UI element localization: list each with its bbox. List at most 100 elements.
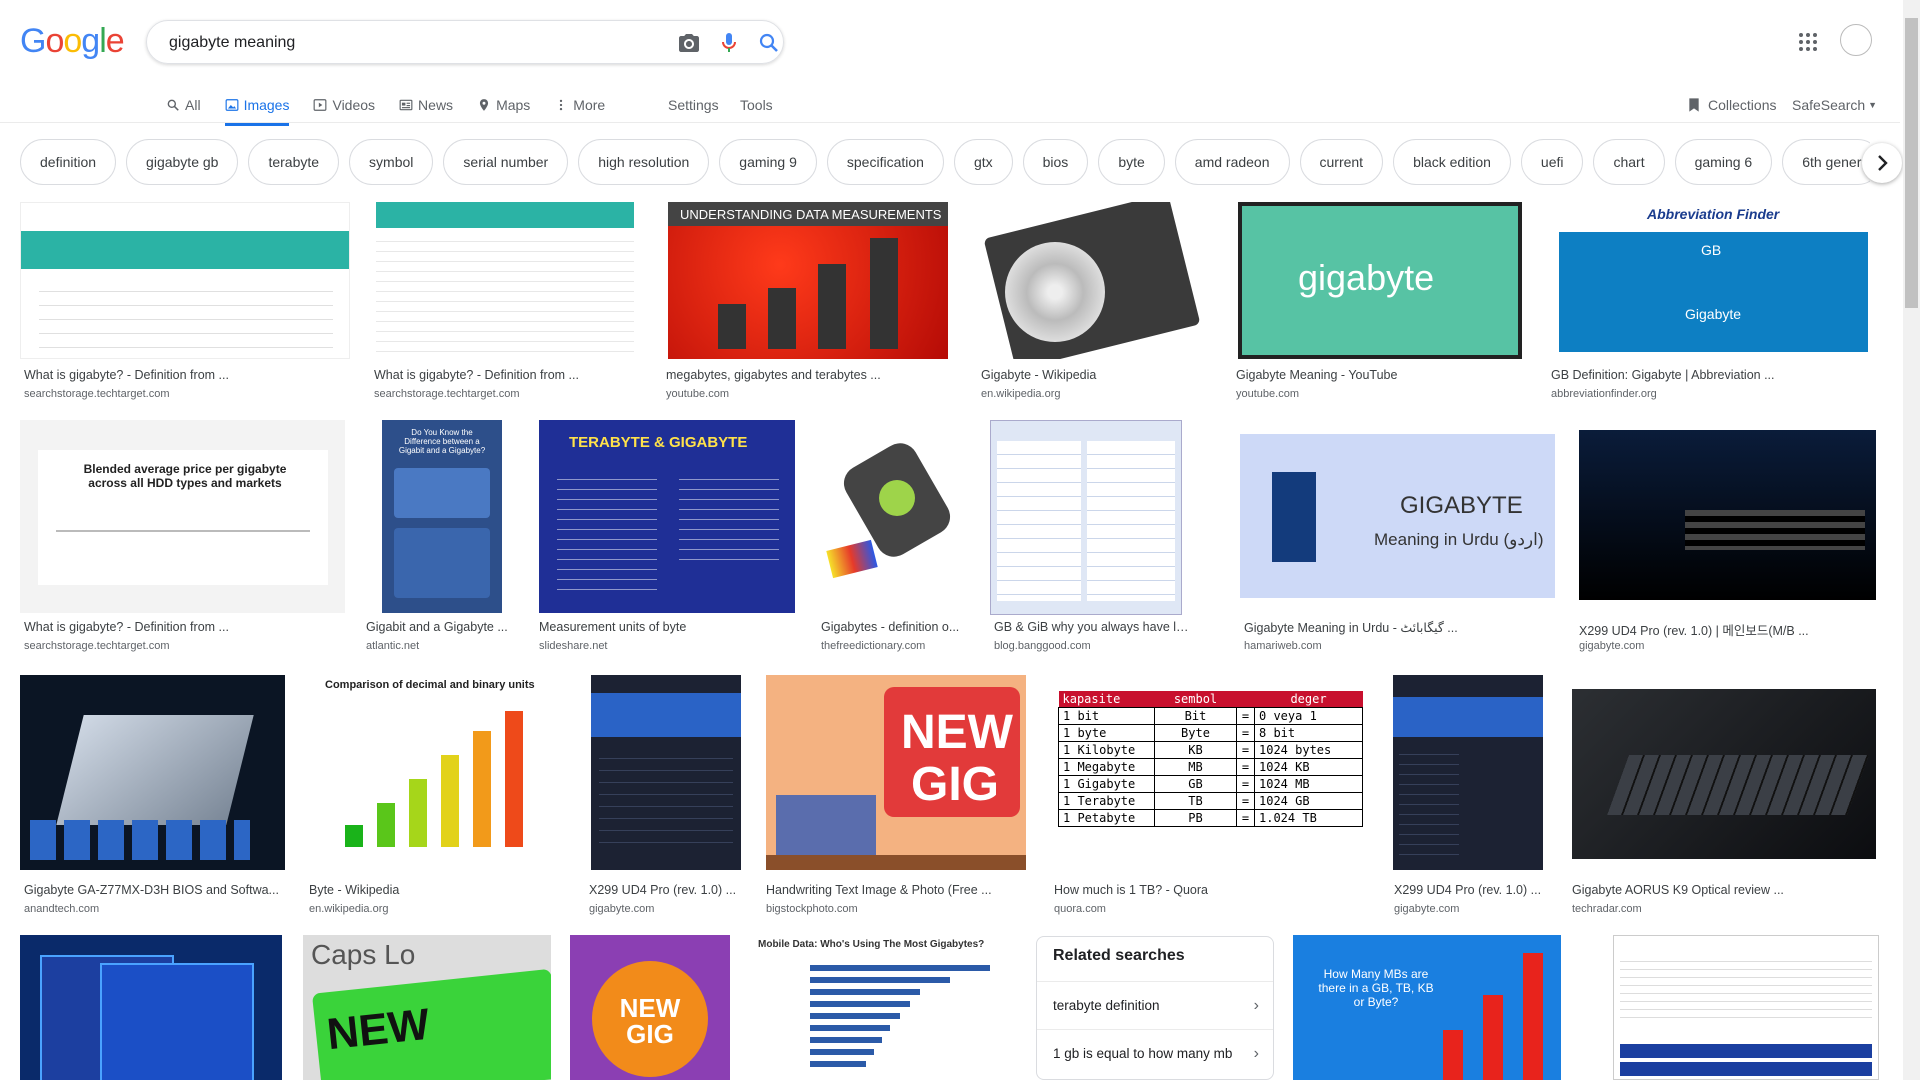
image-result[interactable]: What is gigabyte? - Definition from ... … <box>370 202 640 402</box>
result-thumbnail[interactable]: Abbreviation Finder GB Gigabyte <box>1547 202 1880 359</box>
image-result[interactable] <box>1613 935 1881 1080</box>
image-result[interactable]: GB & GiB why you always have less ... bl… <box>990 420 1190 660</box>
camera-icon[interactable] <box>677 31 701 55</box>
image-result[interactable]: Mobile Data: Who's Using The Most Gigaby… <box>750 935 1016 1080</box>
image-result[interactable]: NEW GIG <box>570 935 730 1080</box>
image-result[interactable]: Gigabyte GA-Z77MX-D3H BIOS and Softwa...… <box>20 675 290 915</box>
image-result[interactable]: Blended average price per gigabyte acros… <box>20 420 350 660</box>
chip[interactable]: uefi <box>1520 139 1584 185</box>
result-title[interactable]: GB Definition: Gigabyte | Abbreviation .… <box>1551 368 1871 382</box>
result-thumbnail[interactable] <box>591 675 741 870</box>
image-result[interactable]: gigabyte Gigabyte Meaning - YouTube yout… <box>1232 202 1527 402</box>
image-result[interactable]: Do You Know the Difference between a Gig… <box>362 420 522 660</box>
search-input[interactable] <box>167 31 631 55</box>
chip[interactable]: bios <box>1022 139 1089 185</box>
result-thumbnail[interactable] <box>20 675 285 870</box>
result-thumbnail[interactable]: NEW GIG <box>570 935 730 1080</box>
image-result[interactable]: kapasite sembol deger 1 bit Bit = 0 veya 1 … <box>1050 675 1370 915</box>
result-title[interactable]: Measurement units of byte <box>539 620 799 634</box>
result-thumbnail[interactable] <box>376 202 634 359</box>
chip[interactable]: gaming 9 <box>719 139 817 185</box>
chip[interactable]: terabyte <box>248 139 340 185</box>
related-search-item[interactable]: terabyte definition › <box>1037 981 1273 1029</box>
image-result[interactable]: Gigabytes - definition o... thefreedicti… <box>817 420 967 660</box>
chip[interactable]: symbol <box>349 139 434 185</box>
result-title[interactable]: Gigabyte - Wikipedia <box>981 368 1211 382</box>
microphone-icon[interactable] <box>717 31 741 55</box>
image-result[interactable]: X299 UD4 Pro (rev. 1.0) ... gigabyte.com <box>585 675 745 915</box>
result-title[interactable]: X299 UD4 Pro (rev. 1.0) | 메인보드(M/B ... <box>1579 620 1879 639</box>
result-title[interactable]: Gigabyte Meaning in Urdu - گیگابائٹ ... <box>1244 620 1554 635</box>
result-title[interactable]: X299 UD4 Pro (rev. 1.0) ... <box>589 883 739 897</box>
chip[interactable]: gtx <box>953 139 1013 185</box>
image-result[interactable]: X299 UD4 Pro (rev. 1.0) ... gigabyte.com <box>1390 675 1550 915</box>
result-title[interactable]: How much is 1 TB? - Quora <box>1054 883 1364 897</box>
result-title[interactable]: X299 UD4 Pro (rev. 1.0) ... <box>1394 883 1544 897</box>
collections-link[interactable]: Collections <box>1686 88 1776 122</box>
tab-maps[interactable]: Maps <box>477 88 530 122</box>
chip[interactable]: 6th gener <box>1782 139 1870 185</box>
image-result[interactable]: TERABYTE & GIGABYTE Measurement units of… <box>535 420 800 660</box>
scrollbar-thumb[interactable] <box>1905 18 1918 308</box>
image-result[interactable]: GIGABYTE Meaning in Urdu (اردو) Gigabyte… <box>1240 420 1555 660</box>
chips-next-button[interactable] <box>1862 143 1902 183</box>
chip[interactable]: definition <box>20 139 117 185</box>
tab-all[interactable]: All <box>166 88 201 122</box>
result-title[interactable]: Gigabytes - definition o... <box>821 620 967 634</box>
tools-link[interactable]: Tools <box>740 88 773 122</box>
chip[interactable]: high resolution <box>578 139 710 185</box>
result-thumbnail[interactable]: kapasite sembol deger 1 bit Bit = 0 veya 1 … <box>1050 675 1368 870</box>
search-icon[interactable] <box>757 31 781 55</box>
result-title[interactable]: Gigabyte AORUS K9 Optical review ... <box>1572 883 1877 897</box>
safesearch-menu[interactable]: SafeSearch ▼ <box>1792 88 1877 122</box>
result-thumbnail[interactable] <box>1613 935 1879 1080</box>
chip[interactable]: gigabyte gb <box>126 139 239 185</box>
image-result[interactable]: X299 UD4 Pro (rev. 1.0) | 메인보드(M/B ... g… <box>1575 420 1880 660</box>
result-thumbnail[interactable] <box>977 202 1212 359</box>
result-thumbnail[interactable] <box>1393 675 1543 870</box>
tab-videos[interactable]: Videos <box>313 88 375 122</box>
chip[interactable]: specification <box>826 139 944 185</box>
image-result[interactable]: How Many MBs are there in a GB, TB, KB o… <box>1293 935 1561 1080</box>
result-thumbnail[interactable]: Do You Know the Difference between a Gig… <box>382 420 502 613</box>
result-thumbnail[interactable] <box>817 420 967 613</box>
chip[interactable]: chart <box>1593 139 1665 185</box>
image-result[interactable] <box>20 935 285 1080</box>
result-title[interactable]: Gigabyte GA-Z77MX-D3H BIOS and Softwa... <box>24 883 289 897</box>
related-search-item[interactable]: 1 gb is equal to how many mb › <box>1037 1029 1273 1077</box>
result-thumbnail[interactable] <box>20 935 282 1080</box>
result-thumbnail[interactable] <box>20 202 350 359</box>
result-title[interactable]: megabytes, gigabytes and terabytes ... <box>666 368 946 382</box>
result-thumbnail[interactable] <box>1575 420 1880 613</box>
result-thumbnail[interactable]: TERABYTE & GIGABYTE <box>539 420 795 613</box>
chip[interactable]: black edition <box>1393 139 1511 185</box>
chip[interactable]: serial number <box>443 139 569 185</box>
result-thumbnail[interactable] <box>990 420 1182 615</box>
search-box[interactable] <box>146 20 784 64</box>
apps-grid-icon[interactable] <box>1796 30 1820 54</box>
chip[interactable]: gaming 6 <box>1674 139 1773 185</box>
result-title[interactable]: What is gigabyte? - Definition from ... <box>24 620 344 634</box>
result-thumbnail[interactable]: How Many MBs are there in a GB, TB, KB o… <box>1293 935 1561 1080</box>
image-result[interactable]: Abbreviation Finder GB Gigabyte GB Defin… <box>1547 202 1880 402</box>
result-title[interactable]: Handwriting Text Image & Photo (Free ... <box>766 883 1026 897</box>
settings-link[interactable]: Settings <box>668 88 719 122</box>
result-title[interactable]: GB & GiB why you always have less ... <box>994 620 1189 634</box>
result-thumbnail[interactable]: UNDERSTANDING DATA MEASUREMENTS <box>668 202 948 359</box>
result-title[interactable]: Gigabit and a Gigabyte ... <box>366 620 516 634</box>
image-result[interactable]: Caps Lo NEW <box>303 935 553 1080</box>
result-thumbnail[interactable] <box>1568 675 1880 870</box>
chip[interactable]: byte <box>1098 139 1165 185</box>
chip[interactable]: amd radeon <box>1174 139 1290 185</box>
result-thumbnail[interactable]: gigabyte <box>1238 202 1522 359</box>
tab-more[interactable]: More <box>554 88 605 122</box>
image-result[interactable]: Gigabyte AORUS K9 Optical review ... tec… <box>1568 675 1880 915</box>
chip[interactable]: current <box>1299 139 1384 185</box>
result-title[interactable]: Gigabyte Meaning - YouTube <box>1236 368 1526 382</box>
image-result[interactable]: What is gigabyte? - Definition from ... … <box>20 202 350 402</box>
image-result[interactable]: Gigabyte - Wikipedia en.wikipedia.org <box>977 202 1212 402</box>
result-thumbnail[interactable]: Caps Lo NEW <box>303 935 551 1080</box>
account-avatar[interactable] <box>1840 24 1872 56</box>
result-thumbnail[interactable]: GIGABYTE Meaning in Urdu (اردو) <box>1240 420 1555 613</box>
result-thumbnail[interactable]: Mobile Data: Who's Using The Most Gigaby… <box>750 935 1016 1080</box>
